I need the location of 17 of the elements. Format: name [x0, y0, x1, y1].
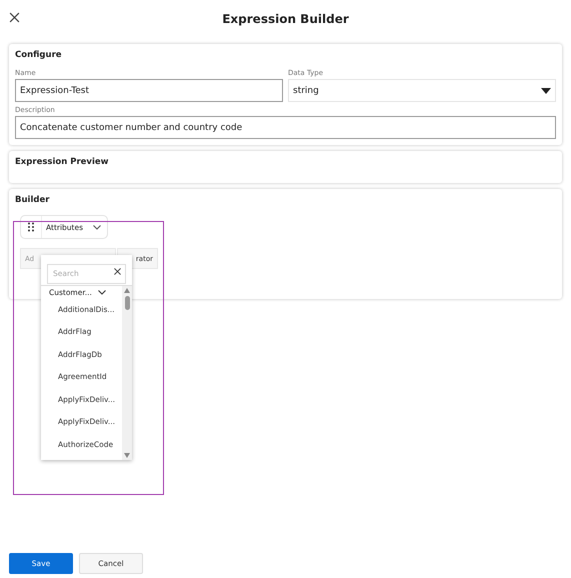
section-title: Builder: [15, 195, 50, 205]
dialog-title: Expression Builder: [222, 12, 349, 26]
chevron-icon: [98, 290, 106, 294]
data-type-dropdown[interactable]: string: [288, 79, 556, 102]
scrollbar[interactable]: [122, 286, 132, 460]
description-field[interactable]: Concatenate customer number and country code: [15, 116, 556, 139]
scroll-up-icon[interactable]: [124, 288, 130, 293]
name-field[interactable]: Expression-Test: [15, 79, 283, 102]
chevron-icon: [93, 224, 102, 230]
section-title: Configure: [15, 50, 63, 60]
scroll-down-icon[interactable]: [124, 453, 130, 458]
caret-icon: [541, 88, 551, 94]
close-icon[interactable]: [9, 12, 20, 23]
clear-icon[interactable]: [114, 268, 121, 274]
section-title: Expression Preview: [15, 157, 110, 167]
scroll-thumb[interactable]: [125, 296, 130, 310]
drag-handle-icon[interactable]: [27, 222, 35, 232]
